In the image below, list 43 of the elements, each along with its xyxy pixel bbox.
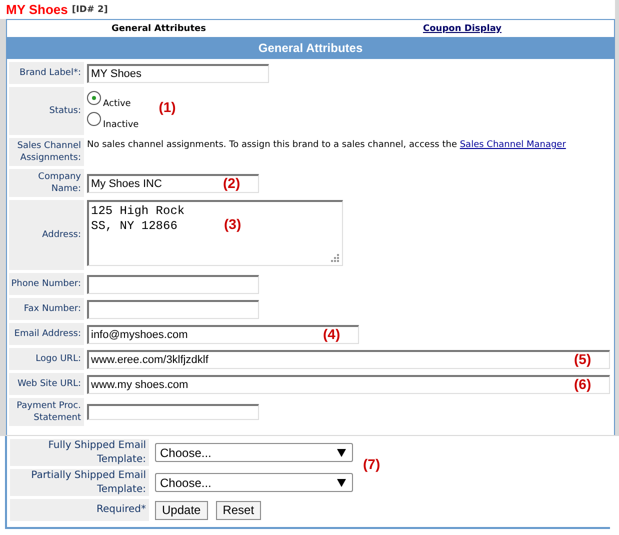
input-field[interactable]: MY Shoes <box>87 64 269 82</box>
field-label: Web Site URL: <box>9 373 84 395</box>
section-header: General Attributes <box>7 37 614 59</box>
radio-label: Inactive <box>102 119 139 130</box>
page-title: MY Shoes <box>6 2 68 17</box>
id-label: [ID# 2] <box>72 4 108 14</box>
sales-channel-link[interactable]: Sales Channel Manager <box>460 140 566 150</box>
form-button[interactable]: Reset <box>216 500 262 520</box>
callout-number: (7) <box>363 456 380 472</box>
field-label: Logo URL: <box>9 348 84 370</box>
field-label: Partially Shipped Email Template: <box>10 469 149 496</box>
template-dropdown[interactable]: Choose... <box>155 443 353 462</box>
form-button[interactable]: Update <box>155 500 208 520</box>
resize-grip-icon[interactable] <box>331 254 340 263</box>
info-text: No sales channel assignments. To assign this brand to a sales channel, access the Sales Channel Manager <box>87 139 567 152</box>
field-label: Company Name: <box>9 169 84 197</box>
input-field[interactable] <box>87 274 259 294</box>
callout-number: (2) <box>223 175 240 191</box>
field-label: Payment Proc. Statement <box>9 398 84 426</box>
input-field[interactable] <box>87 404 259 420</box>
callout-number: (1) <box>158 99 176 115</box>
tab[interactable]: Coupon Display <box>310 24 614 34</box>
template-dropdown[interactable]: Choose... <box>155 473 353 492</box>
callout-number: (3) <box>224 216 242 232</box>
callout-number: (4) <box>323 326 340 342</box>
tab[interactable]: General Attributes <box>7 24 310 34</box>
field-label: Phone Number: <box>9 273 84 295</box>
field-label: Sales Channel Assignments: <box>9 138 84 166</box>
field-label: Address: <box>9 200 84 270</box>
dropdown-arrow-icon <box>337 478 346 486</box>
field-label: Brand Label*: <box>9 62 84 84</box>
radio-button[interactable] <box>87 112 101 126</box>
dropdown-arrow-icon <box>337 448 346 456</box>
callout-number: (5) <box>574 351 592 367</box>
field-label: Required* <box>10 499 149 521</box>
field-label: Fully Shipped Email Template: <box>10 439 149 466</box>
radio-button[interactable] <box>87 91 101 105</box>
radio-label: Active <box>102 98 131 109</box>
callout-number: (6) <box>574 376 592 392</box>
field-label: Fax Number: <box>9 298 84 320</box>
field-label: Status: <box>9 87 84 135</box>
field-label: Email Address: <box>9 323 84 345</box>
input-field[interactable] <box>87 300 259 318</box>
